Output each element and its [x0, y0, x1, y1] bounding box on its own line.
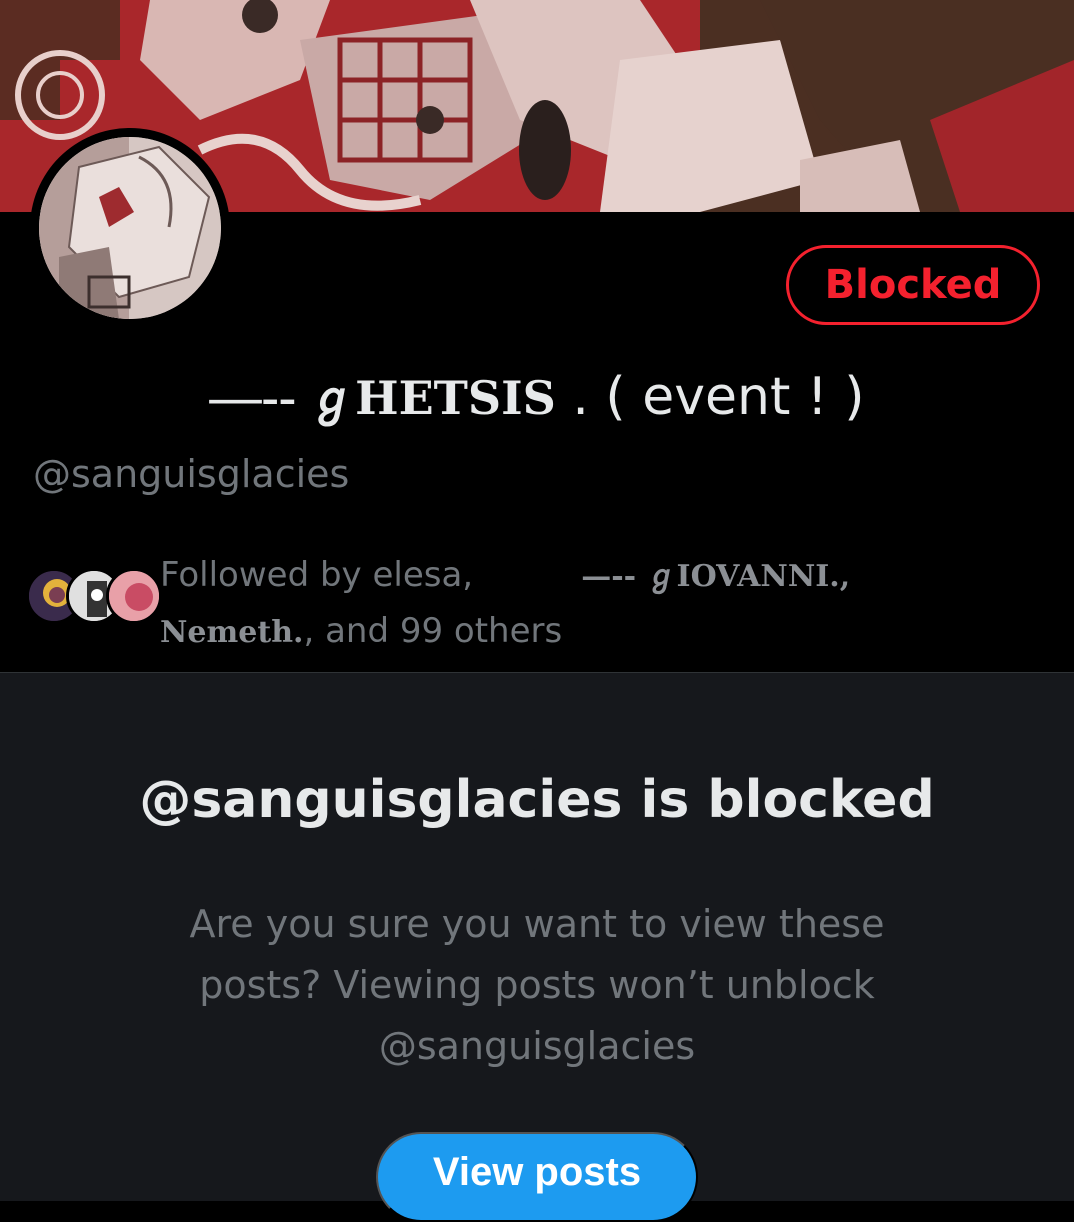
display-name-fancy: ℊHETSIS [309, 371, 556, 425]
display-name-dash: —-- [209, 369, 310, 426]
followed-by-prefix: Followed by elesa, [160, 555, 474, 595]
blocked-button[interactable]: Blocked [786, 245, 1040, 325]
avatar-image [39, 137, 221, 319]
followed-by-text: Followed by elesa, —-- ℊIOVANNI., Nemeth… [160, 548, 850, 660]
followed-by-suffix: , and 99 others [303, 611, 563, 651]
blocked-notice-title: @sanguisglacies is blocked [139, 770, 935, 830]
follower-name: —-- ℊIOVANNI., [581, 559, 851, 594]
blocked-notice-message: Are you sure you want to view these post… [189, 902, 885, 1068]
view-posts-button[interactable]: View posts [376, 1132, 698, 1222]
follower-avatar [106, 568, 162, 624]
profile-handle: @sanguisglacies [33, 452, 350, 496]
follower-name: Nemeth. [160, 615, 304, 650]
profile-avatar[interactable] [30, 128, 230, 328]
display-name-rest: . ( event ! ) [555, 367, 865, 427]
display-name: —-- ℊHETSIS . ( event ! ) [0, 362, 1074, 428]
followed-by[interactable]: Followed by elesa, —-- ℊIOVANNI., Nemeth… [26, 548, 1066, 651]
